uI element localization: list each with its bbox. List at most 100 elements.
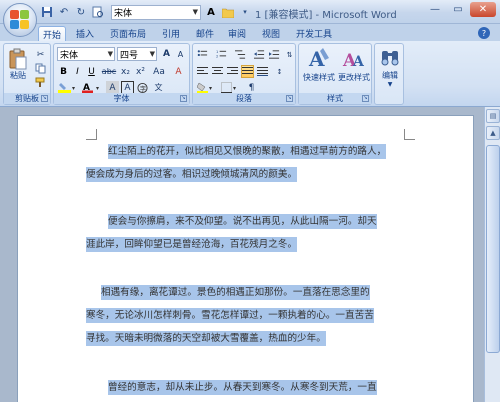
paste-label: 粘贴 [10, 71, 26, 80]
font-name-value: 宋体 [60, 50, 79, 61]
tab-insert[interactable]: 插入 [72, 26, 98, 41]
justify-icon[interactable] [241, 65, 254, 78]
chevron-down-icon: ▼ [107, 50, 113, 58]
font-group: 宋体 ▼ 四号 ▼ A A B I U abc x₂ x² Aa A ▾ A ▾ A … [53, 43, 190, 105]
cut-icon[interactable]: ✂ [34, 48, 47, 61]
editing-button[interactable]: 编辑 ▼ [376, 46, 404, 88]
help-icon[interactable]: ? [478, 27, 490, 39]
paragraph-group: 12 ⇅ ↕ ▾ ▾ ¶ 段落 ↘ [192, 43, 296, 105]
multilevel-list-icon[interactable] [234, 48, 247, 61]
subscript-button[interactable]: x₂ [119, 65, 132, 78]
tab-review[interactable]: 审阅 [224, 26, 250, 41]
shrink-font-icon[interactable]: A [174, 48, 187, 61]
quick-styles-button[interactable]: A 快速样式 [301, 46, 337, 83]
undo-icon[interactable]: ↶ [57, 5, 71, 19]
bold-a-icon[interactable]: A [204, 5, 218, 19]
clipboard-group-label: 剪贴板 ↘ [4, 93, 50, 104]
ruler-toggle-icon[interactable]: ▤ [486, 109, 500, 123]
minimize-button[interactable]: — [424, 2, 446, 17]
numbering-icon[interactable]: 12 [215, 48, 228, 61]
title-bar: ↶ ↻ 宋体 ▼ A ▾ 1 [兼容模式] - Microsoft Word — … [0, 0, 500, 24]
ribbon-tabs: 开始 插入 页面布局 引用 邮件 审阅 视图 开发工具 ? [0, 24, 500, 41]
bold-button[interactable]: B [57, 65, 70, 78]
document-paragraph[interactable]: 相遇有缘，离花谭过。景色的相遇正如那份。一直落在思念里的 寒冬，无论冰川怎样刺骨… [86, 284, 404, 353]
document-paragraph[interactable]: 便会与你擦肩，来不及仰望。说不出再见，从此山隔一河。却天 涯此岸，回眸仰望已是曾… [86, 213, 404, 259]
chevron-down-icon: ▼ [149, 50, 155, 58]
svg-text:A: A [352, 54, 365, 70]
line-spacing-icon[interactable]: ↕ [273, 65, 286, 78]
save-icon[interactable] [40, 5, 54, 19]
font-name-select[interactable]: 宋体 ▼ [57, 47, 115, 61]
dialog-launcher-icon[interactable]: ↘ [362, 95, 369, 102]
scroll-up-arrow[interactable]: ▲ [486, 126, 500, 140]
styles-label-text: 样式 [327, 94, 343, 103]
svg-text:▾: ▾ [72, 85, 75, 92]
tab-view[interactable]: 视图 [258, 26, 284, 41]
svg-text:▾: ▾ [233, 85, 236, 92]
maximize-button[interactable]: ▭ [447, 2, 469, 17]
binoculars-icon [381, 51, 399, 66]
tab-page-layout[interactable]: 页面布局 [106, 26, 150, 41]
line-text: 寻找。天暗未明微落的天空却被大雪覆盖，热血的少年。 [86, 331, 326, 346]
font-group-label: 字体 ↘ [54, 93, 189, 104]
styles-group-label: 样式 ↘ [299, 93, 371, 104]
quick-styles-label: 快速样式 [303, 73, 335, 82]
tab-mailings[interactable]: 邮件 [192, 26, 218, 41]
text-line: 寒冬，无论冰川怎样刺骨。雪花怎样谭过，一颗执着的心。一直苦苦 [86, 307, 404, 325]
copy-icon[interactable] [34, 62, 47, 75]
close-button[interactable]: ✕ [470, 2, 496, 17]
format-painter-icon[interactable] [34, 76, 47, 89]
change-styles-button[interactable]: AA 更改样式 [337, 46, 371, 83]
line-text: 红尘陌上的花开，似比相见又恨晚的聚散，相遇过早前方的路人， [108, 144, 387, 159]
quick-styles-icon: A [308, 47, 329, 71]
text-line: 红尘陌上的花开，似比相见又恨晚的聚散，相遇过早前方的路人， [86, 143, 404, 161]
align-center-icon[interactable] [211, 65, 224, 78]
sort-icon[interactable]: ⇅ [283, 48, 296, 61]
styles-group: A 快速样式 AA 更改样式 样式 ↘ [298, 43, 372, 105]
distributed-icon[interactable] [256, 65, 269, 78]
clear-format-icon[interactable]: A [172, 65, 185, 78]
superscript-button[interactable]: x² [134, 65, 147, 78]
dialog-launcher-icon[interactable]: ↘ [180, 95, 187, 102]
redo-icon[interactable]: ↻ [74, 5, 88, 19]
print-preview-icon[interactable] [91, 5, 105, 19]
grow-font-icon[interactable]: A [160, 47, 173, 60]
tab-home[interactable]: 开始 [38, 26, 66, 41]
text-line: 涯此岸，回眸仰望已是曾经沧海，百花残月之冬。 [86, 236, 404, 254]
document-paragraph[interactable]: 红尘陌上的花开，似比相见又恨晚的聚散，相遇过早前方的路人， 便会成为身后的过客。… [86, 143, 404, 189]
text-line: 便会与你擦肩，来不及仰望。说不出再见，从此山隔一河。却天 [86, 213, 404, 231]
italic-button[interactable]: I [71, 65, 84, 78]
office-button[interactable] [3, 3, 37, 37]
align-left-icon[interactable] [196, 65, 209, 78]
text-line: 相遇有缘，离花谭过。景色的相遇正如那份。一直落在思念里的 [86, 284, 404, 302]
font-label-text: 字体 [113, 94, 130, 103]
margin-corner-left [86, 129, 97, 140]
margin-corner-right [404, 129, 415, 140]
qat-font-select[interactable]: 宋体 ▼ [111, 4, 201, 20]
text-line: 便会成为身后的过客。相识过晚倾城清风的颜美。 [86, 166, 404, 184]
font-size-select[interactable]: 四号 ▼ [117, 47, 157, 61]
bullets-icon[interactable] [196, 48, 209, 61]
folder-icon[interactable] [221, 5, 235, 19]
change-case-button[interactable]: Aa [151, 65, 167, 78]
align-right-icon[interactable] [226, 65, 239, 78]
chevron-down-icon: ▼ [192, 8, 198, 16]
window-controls: — ▭ ✕ [424, 2, 496, 17]
change-styles-label: 更改样式 [338, 73, 370, 82]
scrollbar-thumb[interactable] [486, 145, 500, 353]
customize-qat-icon[interactable]: ▾ [238, 5, 252, 19]
decrease-indent-icon[interactable] [253, 48, 266, 61]
paste-button[interactable]: 粘贴 [7, 48, 29, 81]
vertical-scrollbar[interactable]: ▤ ▲ [484, 107, 500, 402]
increase-indent-icon[interactable] [268, 48, 281, 61]
dialog-launcher-icon[interactable]: ↘ [286, 95, 293, 102]
clipboard-label-text: 剪贴板 [15, 94, 39, 103]
tab-references[interactable]: 引用 [158, 26, 184, 41]
strikethrough-button[interactable]: abc [101, 65, 117, 78]
tab-developer[interactable]: 开发工具 [292, 26, 336, 41]
text-line: 寻找。天暗未明微落的天空却被大雪覆盖，热血的少年。 [86, 330, 404, 348]
underline-button[interactable]: U [85, 65, 98, 78]
dialog-launcher-icon[interactable]: ↘ [41, 95, 48, 102]
document-paragraph[interactable]: 曾经的意志，却从未止步。从春天到寒冬。从寒冬到天荒，一直 [86, 379, 404, 402]
paragraph-group-label: 段落 ↘ [193, 93, 295, 104]
